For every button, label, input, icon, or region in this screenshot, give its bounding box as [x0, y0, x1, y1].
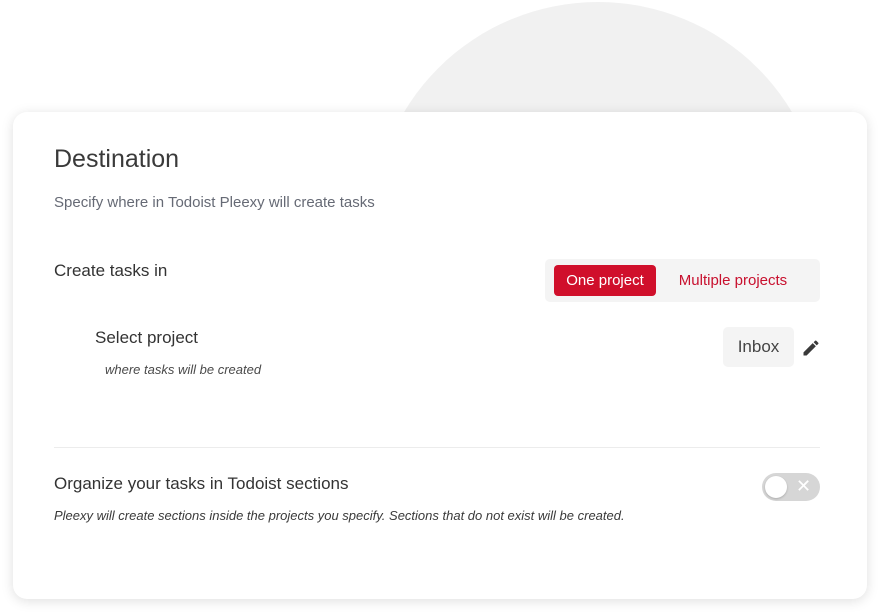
- divider: [54, 447, 820, 448]
- section-title: Destination: [54, 145, 180, 173]
- project-mode-segmented-control: One project Multiple projects: [545, 259, 820, 302]
- section-subtitle: Specify where in Todoist Pleexy will cre…: [54, 194, 375, 211]
- toggle-knob: [765, 476, 787, 498]
- one-project-button[interactable]: One project: [554, 265, 656, 296]
- select-project-label: Select project: [95, 328, 198, 347]
- select-project-help: where tasks will be created: [105, 362, 262, 377]
- close-icon: ✕: [796, 476, 812, 497]
- project-select-button[interactable]: Inbox: [723, 327, 794, 367]
- pencil-icon[interactable]: [801, 338, 821, 358]
- create-tasks-label: Create tasks in: [54, 261, 168, 280]
- destination-card: Destination Specify where in Todoist Ple…: [13, 112, 867, 599]
- organize-sections-label: Organize your tasks in Todoist sections: [54, 474, 349, 493]
- multiple-projects-button[interactable]: Multiple projects: [665, 265, 801, 296]
- sections-toggle[interactable]: ✕: [762, 473, 820, 501]
- organize-sections-help: Pleexy will create sections inside the p…: [54, 508, 625, 523]
